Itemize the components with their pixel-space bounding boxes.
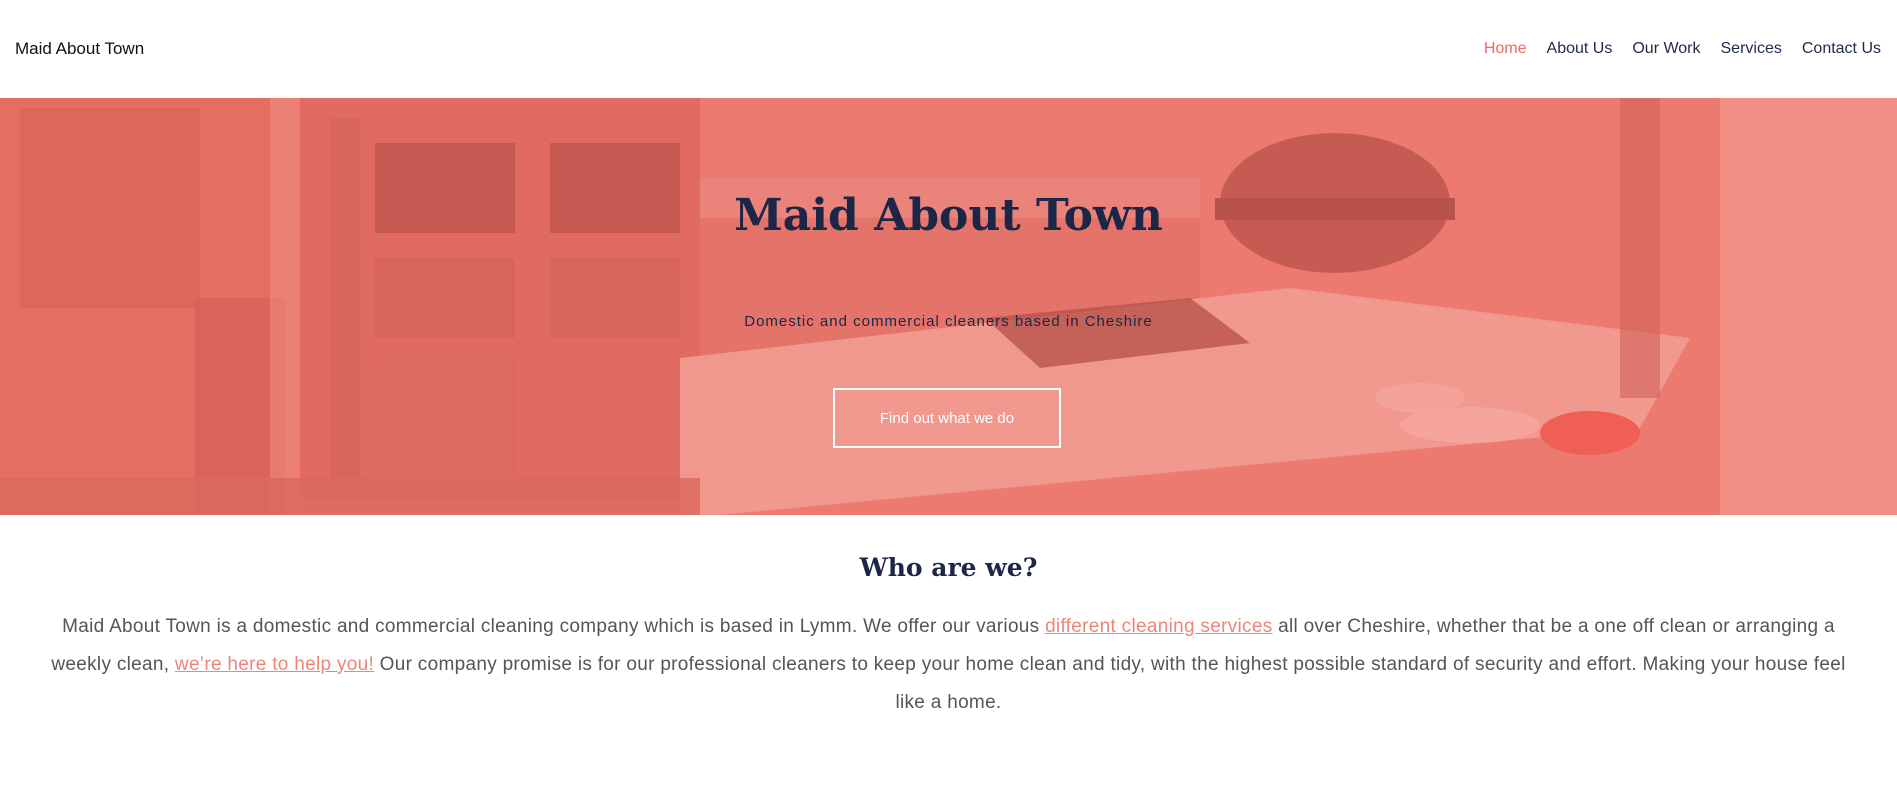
nav-contact-us[interactable]: Contact Us xyxy=(1802,40,1881,58)
main-nav: Home About Us Our Work Services Contact … xyxy=(1484,40,1881,58)
cleaning-services-link[interactable]: different cleaning services xyxy=(1045,616,1272,637)
about-text-part-3: Our company promise is for our professio… xyxy=(374,654,1846,713)
nav-home[interactable]: Home xyxy=(1484,40,1527,58)
about-paragraph: Maid About Town is a domestic and commer… xyxy=(49,608,1849,722)
nav-our-work[interactable]: Our Work xyxy=(1632,40,1700,58)
hero-subtitle: Domestic and commercial cleaners based i… xyxy=(744,313,1153,330)
site-brand[interactable]: Maid About Town xyxy=(15,39,144,59)
hero-content: Maid About Town Domestic and commercial … xyxy=(0,98,1897,515)
nav-about-us[interactable]: About Us xyxy=(1547,40,1613,58)
hero-banner: Maid About Town Domestic and commercial … xyxy=(0,98,1897,515)
hero-title: Maid About Town xyxy=(734,190,1163,241)
help-you-link[interactable]: we’re here to help you! xyxy=(175,654,374,675)
nav-services[interactable]: Services xyxy=(1721,40,1782,58)
about-section: Who are we? Maid About Town is a domesti… xyxy=(0,515,1897,722)
about-title: Who are we? xyxy=(859,553,1038,582)
about-text-part-1: Maid About Town is a domestic and commer… xyxy=(62,616,1046,637)
find-out-button[interactable]: Find out what we do xyxy=(833,388,1061,448)
site-header: Maid About Town Home About Us Our Work S… xyxy=(0,0,1897,98)
